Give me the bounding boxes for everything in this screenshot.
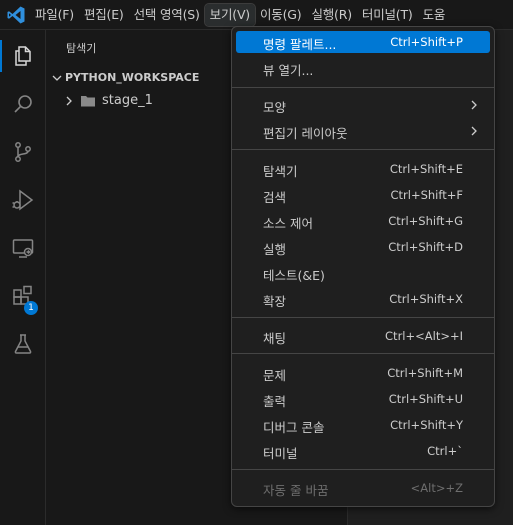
menu-separator [232,87,494,88]
menu-item-shortcut: Ctrl+Shift+P [390,35,463,49]
menu-separator [232,469,494,470]
menu-item-appearance[interactable]: 모양 [236,94,490,116]
menu-go[interactable]: 이동(G) [255,4,306,26]
sidebar-title: 탐색기 [66,42,97,55]
menu-item-label: 명령 팔레트... [263,37,337,52]
menu-item-shortcut: Ctrl+Shift+M [387,366,463,380]
menu-item-label: 뷰 열기... [263,63,314,78]
menu-separator [232,353,494,354]
chevron-down-icon [52,75,62,81]
menu-item-label: 디버그 콘솔 [263,420,325,435]
menu-item-debug-console[interactable]: 디버그 콘솔 Ctrl+Shift+Y [236,414,490,436]
menu-item-search[interactable]: 검색 Ctrl+Shift+F [236,184,490,206]
menu-item-command-palette[interactable]: 명령 팔레트... Ctrl+Shift+P [236,31,490,53]
menu-item-label: 탐색기 [263,164,298,179]
menu-item-extensions[interactable]: 확장 Ctrl+Shift+X [236,288,490,310]
activity-bar: 1 [0,30,46,525]
menu-item-label: 출력 [263,394,287,409]
activity-remote-explorer[interactable] [0,228,46,268]
menu-item-run[interactable]: 실행 Ctrl+Shift+D [236,236,490,258]
chevron-right-icon [66,96,72,106]
menu-item-label: 검색 [263,190,287,205]
menu-item-shortcut: Ctrl+` [427,444,463,458]
remote-explorer-icon [12,239,34,258]
chevron-right-icon [471,126,477,136]
chevron-right-icon [471,100,477,110]
menu-item-shortcut: Ctrl+<Alt>+I [385,329,463,343]
menu-item-label: 편집기 레이아웃 [263,126,348,141]
menu-item-label: 실행 [263,242,287,257]
activity-extensions[interactable]: 1 [0,276,46,316]
activity-run-debug[interactable] [0,180,46,220]
menu-item-shortcut: Ctrl+Shift+G [388,214,463,228]
folder-name: stage_1 [102,93,153,108]
explorer-icon [15,46,31,66]
menu-item-shortcut: Ctrl+Shift+U [388,392,463,406]
source-control-icon [15,142,31,162]
run-debug-icon [12,189,34,211]
menu-item-terminal[interactable]: 터미널 Ctrl+` [236,440,490,462]
menu-item-label: 모양 [263,100,287,115]
search-icon [14,95,32,113]
menu-item-explorer[interactable]: 탐색기 Ctrl+Shift+E [236,158,490,180]
menu-item-shortcut: Ctrl+Shift+D [388,240,463,254]
menu-selection[interactable]: 선택 영역(S) [129,4,205,26]
extensions-count-badge: 1 [24,301,38,315]
activity-search[interactable] [0,84,46,124]
menu-item-problems[interactable]: 문제 Ctrl+Shift+M [236,362,490,384]
menu-item-label: 테스트(&E) [263,268,325,283]
menu-terminal[interactable]: 터미널(T) [357,4,418,26]
menu-item-shortcut: Ctrl+Shift+E [389,162,463,176]
menu-item-output[interactable]: 출력 Ctrl+Shift+U [236,388,490,410]
folder-icon [81,96,95,107]
menu-separator [232,149,494,150]
activity-testing[interactable] [0,324,46,364]
menu-item-shortcut: Ctrl+Shift+F [390,188,464,202]
activity-explorer[interactable] [0,36,46,76]
menu-help[interactable]: 도움 [418,4,451,26]
workspace-name: PYTHON_WORKSPACE [65,71,200,84]
menu-item-open-view[interactable]: 뷰 열기... [236,57,490,79]
menu-item-label: 터미널 [263,446,298,461]
menu-item-shortcut: Ctrl+Shift+X [389,292,463,306]
menu-item-shortcut: Ctrl+Shift+Y [390,418,463,432]
menu-separator [232,317,494,318]
menu-item-label: 확장 [263,294,287,309]
testing-icon [14,334,32,354]
menu-run[interactable]: 실행(R) [306,4,356,26]
menu-item-editor-layout[interactable]: 편집기 레이아웃 [236,120,490,142]
menu-item-label: 채팅 [263,331,287,346]
activity-source-control[interactable] [0,132,46,172]
menu-item-shortcut: <Alt>+Z [410,481,463,495]
menu-item-label: 문제 [263,368,287,383]
menu-item-testing[interactable]: 테스트(&E) [236,262,490,284]
menu-file[interactable]: 파일(F) [30,4,79,26]
menu-item-label: 자동 줄 바꿈 [263,483,329,498]
menu-item-chat[interactable]: 채팅 Ctrl+<Alt>+I [236,325,490,347]
menu-item-source-control[interactable]: 소스 제어 Ctrl+Shift+G [236,210,490,232]
menu-view[interactable]: 보기(V) [203,3,256,27]
menu-item-word-wrap[interactable]: 자동 줄 바꿈 <Alt>+Z [236,477,490,499]
vscode-logo-icon [7,6,25,24]
menu-item-label: 소스 제어 [263,216,313,231]
menu-edit[interactable]: 편집(E) [79,4,129,26]
view-menu-dropdown: 명령 팔레트... Ctrl+Shift+P 뷰 열기... 모양 편집기 레이… [231,26,495,507]
